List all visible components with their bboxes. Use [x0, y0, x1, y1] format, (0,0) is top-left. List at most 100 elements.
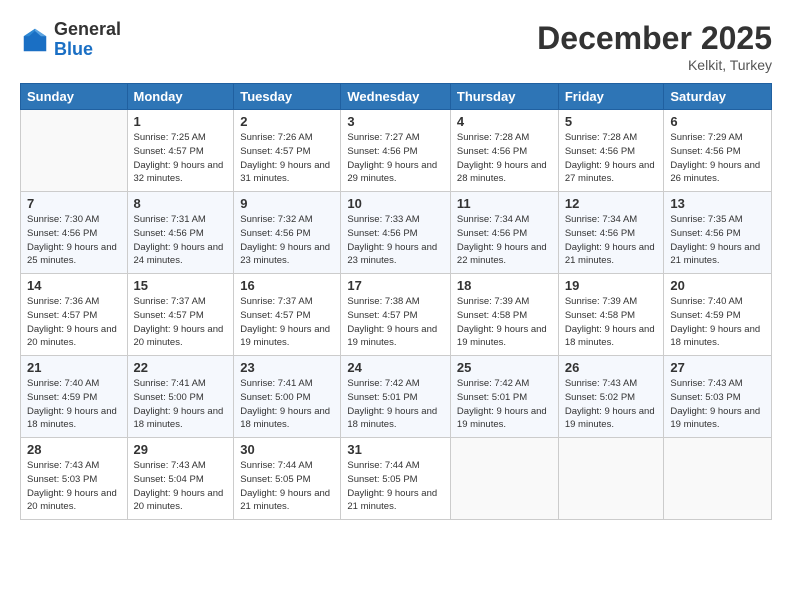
calendar-cell: 19Sunrise: 7:39 AMSunset: 4:58 PMDayligh… [558, 274, 664, 356]
day-number: 29 [134, 442, 228, 457]
day-info: Sunrise: 7:25 AMSunset: 4:57 PMDaylight:… [134, 131, 228, 186]
day-number: 30 [240, 442, 334, 457]
calendar-cell: 3Sunrise: 7:27 AMSunset: 4:56 PMDaylight… [341, 110, 451, 192]
calendar-cell: 29 Sunrise: 7:43 AMSunset: 5:04 PMDayligh… [127, 438, 234, 520]
calendar-cell: 6Sunrise: 7:29 AMSunset: 4:56 PMDaylight… [664, 110, 772, 192]
day-info: Sunrise: 7:31 AMSunset: 4:56 PMDaylight:… [134, 213, 228, 268]
day-number: 17 [347, 278, 444, 293]
calendar-cell: 7Sunrise: 7:30 AMSunset: 4:56 PMDaylight… [21, 192, 128, 274]
day-number: 14 [27, 278, 121, 293]
calendar-cell: 8 Sunrise: 7:31 AMSunset: 4:56 PMDaylight… [127, 192, 234, 274]
day-number: 11 [457, 196, 552, 211]
day-header-friday: Friday [558, 84, 664, 110]
day-number: 15 [134, 278, 228, 293]
day-number: 10 [347, 196, 444, 211]
day-header-tuesday: Tuesday [234, 84, 341, 110]
day-number: 16 [240, 278, 334, 293]
day-info: Sunrise: 7:39 AMSunset: 4:58 PMDaylight:… [457, 295, 552, 350]
day-info: Sunrise: 7:28 AMSunset: 4:56 PMDaylight:… [457, 131, 552, 186]
page: General Blue December 2025 Kelkit, Turke… [0, 0, 792, 612]
logo-blue-text: Blue [54, 40, 121, 60]
calendar-cell: 23 Sunrise: 7:41 AMSunset: 5:00 PMDayligh… [234, 356, 341, 438]
day-number: 5 [565, 114, 658, 129]
day-info: Sunrise: 7:30 AMSunset: 4:56 PMDaylight:… [27, 213, 121, 268]
calendar-cell [21, 110, 128, 192]
calendar-cell: 25 Sunrise: 7:42 AMSunset: 5:01 PMDayligh… [450, 356, 558, 438]
header: General Blue December 2025 Kelkit, Turke… [20, 20, 772, 73]
logo-icon [20, 25, 50, 55]
calendar-cell: 10 Sunrise: 7:33 AMSunset: 4:56 PMDayligh… [341, 192, 451, 274]
calendar-cell [664, 438, 772, 520]
calendar-cell: 13 Sunrise: 7:35 AMSunset: 4:56 PMDayligh… [664, 192, 772, 274]
day-info: Sunrise: 7:38 AMSunset: 4:57 PMDaylight:… [347, 295, 444, 350]
day-number: 6 [670, 114, 765, 129]
calendar-cell: 26 Sunrise: 7:43 AMSunset: 5:02 PMDayligh… [558, 356, 664, 438]
calendar: SundayMondayTuesdayWednesdayThursdayFrid… [20, 83, 772, 520]
day-number: 2 [240, 114, 334, 129]
day-number: 25 [457, 360, 552, 375]
calendar-cell [558, 438, 664, 520]
day-info: Sunrise: 7:44 AMSunset: 5:05 PMDaylight:… [347, 459, 444, 514]
calendar-cell: 20Sunrise: 7:40 AMSunset: 4:59 PMDayligh… [664, 274, 772, 356]
day-info: Sunrise: 7:43 AMSunset: 5:04 PMDaylight:… [134, 459, 228, 514]
day-info: Sunrise: 7:43 AMSunset: 5:03 PMDaylight:… [670, 377, 765, 432]
day-info: Sunrise: 7:32 AMSunset: 4:56 PMDaylight:… [240, 213, 334, 268]
day-number: 12 [565, 196, 658, 211]
title-section: December 2025 Kelkit, Turkey [537, 20, 772, 73]
calendar-cell: 15 Sunrise: 7:37 AMSunset: 4:57 PMDayligh… [127, 274, 234, 356]
day-number: 26 [565, 360, 658, 375]
day-info: Sunrise: 7:34 AMSunset: 4:56 PMDaylight:… [565, 213, 658, 268]
day-number: 23 [240, 360, 334, 375]
calendar-header-row: SundayMondayTuesdayWednesdayThursdayFrid… [21, 84, 772, 110]
day-number: 8 [134, 196, 228, 211]
day-info: Sunrise: 7:42 AMSunset: 5:01 PMDaylight:… [347, 377, 444, 432]
calendar-cell: 5Sunrise: 7:28 AMSunset: 4:56 PMDaylight… [558, 110, 664, 192]
day-info: Sunrise: 7:40 AMSunset: 4:59 PMDaylight:… [27, 377, 121, 432]
day-header-thursday: Thursday [450, 84, 558, 110]
calendar-cell: 9Sunrise: 7:32 AMSunset: 4:56 PMDaylight… [234, 192, 341, 274]
day-number: 22 [134, 360, 228, 375]
day-info: Sunrise: 7:27 AMSunset: 4:56 PMDaylight:… [347, 131, 444, 186]
day-info: Sunrise: 7:41 AMSunset: 5:00 PMDaylight:… [134, 377, 228, 432]
day-info: Sunrise: 7:34 AMSunset: 4:56 PMDaylight:… [457, 213, 552, 268]
calendar-cell: 4Sunrise: 7:28 AMSunset: 4:56 PMDaylight… [450, 110, 558, 192]
calendar-cell: 24Sunrise: 7:42 AMSunset: 5:01 PMDayligh… [341, 356, 451, 438]
calendar-cell: 16Sunrise: 7:37 AMSunset: 4:57 PMDayligh… [234, 274, 341, 356]
calendar-cell: 11 Sunrise: 7:34 AMSunset: 4:56 PMDayligh… [450, 192, 558, 274]
calendar-cell: 18 Sunrise: 7:39 AMSunset: 4:58 PMDayligh… [450, 274, 558, 356]
calendar-cell: 27 Sunrise: 7:43 AMSunset: 5:03 PMDayligh… [664, 356, 772, 438]
day-number: 18 [457, 278, 552, 293]
day-header-sunday: Sunday [21, 84, 128, 110]
day-info: Sunrise: 7:39 AMSunset: 4:58 PMDaylight:… [565, 295, 658, 350]
calendar-cell: 1Sunrise: 7:25 AMSunset: 4:57 PMDaylight… [127, 110, 234, 192]
day-info: Sunrise: 7:43 AMSunset: 5:02 PMDaylight:… [565, 377, 658, 432]
calendar-cell [450, 438, 558, 520]
calendar-cell: 30 Sunrise: 7:44 AMSunset: 5:05 PMDayligh… [234, 438, 341, 520]
day-number: 31 [347, 442, 444, 457]
week-row-1: 7Sunrise: 7:30 AMSunset: 4:56 PMDaylight… [21, 192, 772, 274]
day-info: Sunrise: 7:37 AMSunset: 4:57 PMDaylight:… [134, 295, 228, 350]
day-header-saturday: Saturday [664, 84, 772, 110]
calendar-cell: 21 Sunrise: 7:40 AMSunset: 4:59 PMDayligh… [21, 356, 128, 438]
day-number: 20 [670, 278, 765, 293]
day-number: 27 [670, 360, 765, 375]
logo: General Blue [20, 20, 121, 60]
day-info: Sunrise: 7:26 AMSunset: 4:57 PMDaylight:… [240, 131, 334, 186]
week-row-4: 28 Sunrise: 7:43 AMSunset: 5:03 PMDayligh… [21, 438, 772, 520]
calendar-cell: 28 Sunrise: 7:43 AMSunset: 5:03 PMDayligh… [21, 438, 128, 520]
calendar-cell: 31 Sunrise: 7:44 AMSunset: 5:05 PMDayligh… [341, 438, 451, 520]
day-info: Sunrise: 7:33 AMSunset: 4:56 PMDaylight:… [347, 213, 444, 268]
day-number: 13 [670, 196, 765, 211]
day-info: Sunrise: 7:42 AMSunset: 5:01 PMDaylight:… [457, 377, 552, 432]
month-year: December 2025 [537, 20, 772, 57]
calendar-cell: 22 Sunrise: 7:41 AMSunset: 5:00 PMDayligh… [127, 356, 234, 438]
day-info: Sunrise: 7:41 AMSunset: 5:00 PMDaylight:… [240, 377, 334, 432]
day-info: Sunrise: 7:43 AMSunset: 5:03 PMDaylight:… [27, 459, 121, 514]
calendar-cell: 14 Sunrise: 7:36 AMSunset: 4:57 PMDayligh… [21, 274, 128, 356]
location: Kelkit, Turkey [537, 57, 772, 73]
day-number: 21 [27, 360, 121, 375]
day-info: Sunrise: 7:35 AMSunset: 4:56 PMDaylight:… [670, 213, 765, 268]
day-info: Sunrise: 7:36 AMSunset: 4:57 PMDaylight:… [27, 295, 121, 350]
day-info: Sunrise: 7:44 AMSunset: 5:05 PMDaylight:… [240, 459, 334, 514]
day-number: 28 [27, 442, 121, 457]
